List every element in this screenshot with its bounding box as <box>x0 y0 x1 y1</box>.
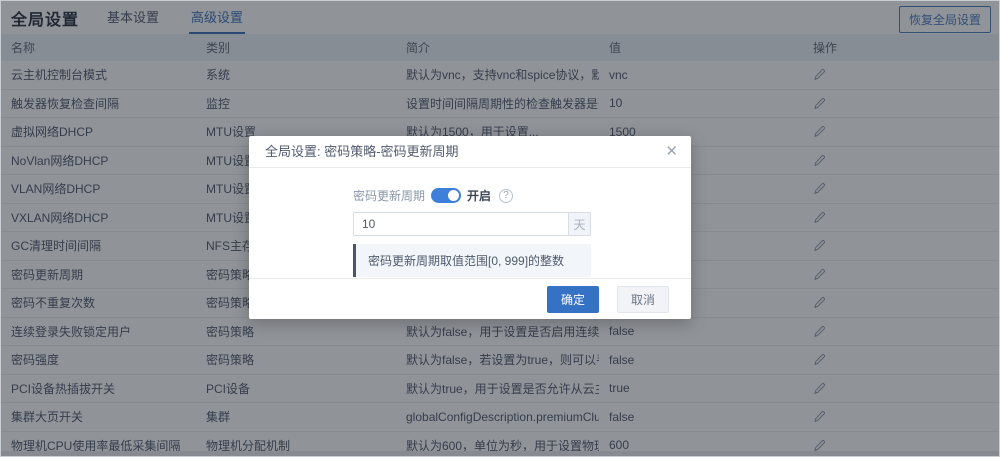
field-label: 密码更新周期 <box>353 189 426 203</box>
app-window: 全局设置 基本设置 高级设置 恢复全局设置 名称 类别 简介 值 操作 云主机控… <box>0 0 1000 457</box>
period-input-group: 天 <box>353 212 591 236</box>
toggle-switch[interactable] <box>431 188 462 203</box>
password-update-period-dialog: 全局设置: 密码策略-密码更新周期 ✕ 密码更新周期 开启 ? 天 密码更新周期… <box>249 136 691 319</box>
help-icon[interactable]: ? <box>499 188 514 203</box>
dialog-footer: 确定 取消 <box>249 278 691 319</box>
confirm-button[interactable]: 确定 <box>546 285 599 313</box>
range-hint: 密码更新周期取值范围[0, 999]的整数 <box>353 244 591 277</box>
dialog-title: 全局设置: 密码策略-密码更新周期 <box>249 136 691 168</box>
toggle-row: 密码更新周期 开启 ? <box>353 187 691 204</box>
toggle-state-label: 开启 <box>467 189 492 203</box>
unit-addon: 天 <box>569 212 591 236</box>
period-input[interactable] <box>353 212 569 236</box>
dialog-body: 密码更新周期 开启 ? 天 密码更新周期取值范围[0, 999]的整数 <box>249 168 691 277</box>
close-icon[interactable]: ✕ <box>665 143 678 161</box>
cancel-button[interactable]: 取消 <box>616 285 669 313</box>
